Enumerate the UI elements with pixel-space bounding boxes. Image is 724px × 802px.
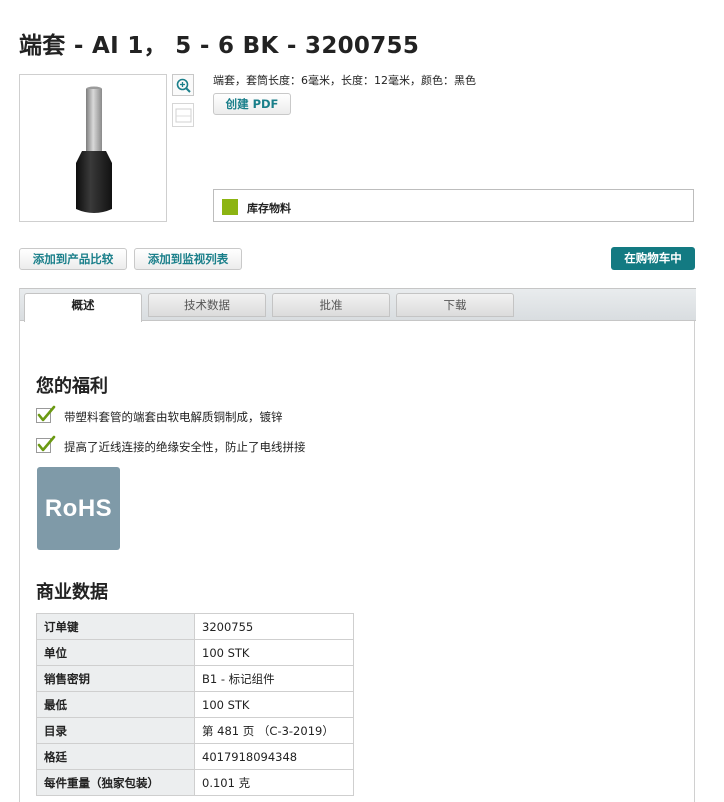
create-pdf-button[interactable]: 创建 PDF	[213, 93, 291, 115]
row-value: 第 481 页 （C-3-2019）	[194, 717, 354, 744]
product-image[interactable]	[19, 74, 167, 222]
tab-overview[interactable]: 概述	[24, 293, 142, 322]
tab-bar: 概述 技术数据 批准 下载	[20, 288, 696, 322]
table-row: 最低 100 STK	[36, 691, 354, 718]
stock-indicator-icon	[222, 199, 238, 215]
add-to-watchlist-button[interactable]: 添加到监视列表	[134, 248, 242, 270]
row-key: 每件重量（独家包装）	[36, 769, 195, 796]
add-to-compare-button[interactable]: 添加到产品比较	[19, 248, 127, 270]
row-value: 3200755	[194, 613, 354, 640]
tab-technical-data[interactable]: 技术数据	[148, 293, 266, 317]
row-key: 单位	[36, 639, 195, 666]
table-row: 格廷 4017918094348	[36, 743, 354, 770]
zoom-button[interactable]	[172, 74, 194, 96]
row-value: 0.101 克	[194, 769, 354, 796]
row-value: 4017918094348	[194, 743, 354, 770]
row-key: 订单键	[36, 613, 195, 640]
tab-downloads[interactable]: 下载	[396, 293, 514, 317]
page-title: 端套 - AI 1， 5 - 6 BK - 3200755	[19, 33, 420, 59]
in-cart-button[interactable]: 在购物车中	[611, 247, 695, 270]
rohs-badge: RoHS	[37, 467, 120, 550]
zoom-in-icon	[176, 78, 191, 93]
table-row: 每件重量（独家包装） 0.101 克	[36, 769, 354, 796]
row-value: 100 STK	[194, 691, 354, 718]
table-row: 订单键 3200755	[36, 613, 354, 640]
image-thumbnail[interactable]	[172, 103, 194, 127]
product-description: 端套，套筒长度：6毫米，长度：12毫米，颜色：黑色	[213, 74, 476, 87]
checkmark-icon	[37, 405, 56, 422]
table-row: 销售密钥 B1 - 标记组件	[36, 665, 354, 692]
row-key: 最低	[36, 691, 195, 718]
row-value: 100 STK	[194, 639, 354, 666]
commercial-data-title: 商业数据	[36, 582, 108, 603]
benefit-text: 提高了近线连接的绝缘安全性，防止了电线拼接	[64, 440, 306, 454]
checkbox-frame	[36, 405, 56, 423]
table-row: 单位 100 STK	[36, 639, 354, 666]
commercial-data-table: 订单键 3200755 单位 100 STK 销售密钥 B1 - 标记组件 最低…	[36, 613, 354, 796]
checkmark-icon	[37, 435, 56, 452]
row-key: 销售密钥	[36, 665, 195, 692]
ferrule-picture	[76, 86, 112, 213]
row-key: 格廷	[36, 743, 195, 770]
thumbnail-icon	[175, 108, 192, 123]
row-value: B1 - 标记组件	[194, 665, 354, 692]
benefits-title: 您的福利	[36, 376, 108, 397]
checkbox-frame	[36, 435, 56, 453]
row-key: 目录	[36, 717, 195, 744]
tab-approvals[interactable]: 批准	[272, 293, 390, 317]
stock-label: 库存物料	[247, 202, 291, 215]
benefit-text: 带塑料套管的端套由软电解质铜制成，镀锌	[64, 410, 283, 424]
stock-status: 库存物料	[213, 189, 694, 222]
table-row: 目录 第 481 页 （C-3-2019）	[36, 717, 354, 744]
